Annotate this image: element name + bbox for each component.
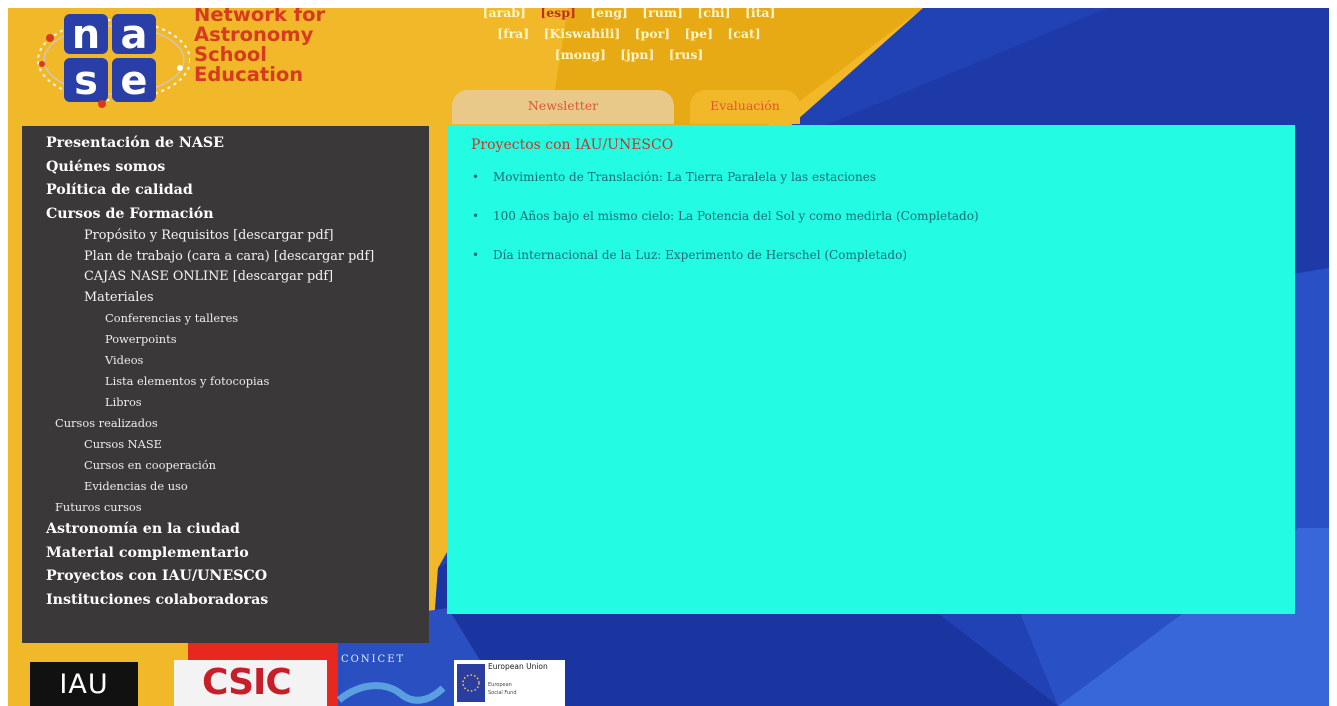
page-title: Proyectos con IAU/UNESCO [471, 137, 674, 153]
brand-title[interactable]: Network for Astronomy School Education [194, 8, 325, 85]
lang-link-rus[interactable]: [rus] [669, 47, 704, 62]
tab-newsletter[interactable]: Newsletter [452, 90, 674, 124]
brand-line: Astronomy [194, 23, 314, 46]
bullet-icon: • [472, 209, 480, 223]
language-row: [arab] [esp] [eng] [rum] [chi] [ita] [434, 8, 824, 23]
sidebar-item-cursos-realizados[interactable]: Cursos realizados [22, 413, 429, 434]
eu-title: European Union [488, 662, 548, 671]
sidebar-item-videos[interactable]: Videos [22, 350, 429, 371]
csic-wordmark: CSIC [202, 662, 292, 703]
sidebar-item-powerpoints[interactable]: Powerpoints [22, 329, 429, 350]
sidebar-item-presentacion[interactable]: Presentación de NASE [22, 132, 429, 156]
sidebar-item-instituciones[interactable]: Instituciones colaboradoras [22, 589, 429, 613]
lang-link-ita[interactable]: [ita] [745, 8, 775, 20]
language-row: [mong] [jpn] [rus] [434, 44, 824, 65]
language-row: [fra] [Kiswahili] [por] [pe] [cat] [434, 23, 824, 44]
sidebar-item-cursos-formacion[interactable]: Cursos de Formación [22, 203, 429, 227]
sidebar-item-cajas-online[interactable]: CAJAS NASE ONLINE [descargar pdf] [22, 267, 429, 288]
nase-logo[interactable]: n a s e [30, 8, 190, 112]
logo-letter-a: a [121, 12, 148, 58]
project-link-dia-luz[interactable]: Día internacional de la Luz: Experimento… [493, 248, 907, 262]
tab-evaluation[interactable]: Evaluación [690, 90, 800, 124]
eu-logo[interactable]: European Union European Social Fund [454, 660, 565, 706]
conicet-wave-icon [336, 682, 446, 704]
lang-link-arab[interactable]: [arab] [483, 8, 526, 20]
sidebar-item-quienes-somos[interactable]: Quiénes somos [22, 156, 429, 180]
lang-link-eng[interactable]: [eng] [590, 8, 628, 20]
sidebar-item-evidencias[interactable]: Evidencias de uso [22, 476, 429, 497]
lang-link-kiswahili[interactable]: [Kiswahili] [544, 26, 621, 41]
eu-subtitle: European [488, 682, 512, 688]
lang-link-pe[interactable]: [pe] [684, 26, 713, 41]
project-list: • Movimiento de Translación: La Tierra P… [471, 167, 1295, 265]
project-link-100-anos[interactable]: 100 Años bajo el mismo cielo: La Potenci… [493, 209, 979, 223]
bullet-icon: • [472, 170, 480, 184]
lang-link-fra[interactable]: [fra] [497, 26, 529, 41]
sidebar-item-proposito[interactable]: Propósito y Requisitos [descargar pdf] [22, 226, 429, 247]
brand-line: Education [194, 63, 304, 86]
sidebar-item-material-complementario[interactable]: Material complementario [22, 542, 429, 566]
language-selector: [arab] [esp] [eng] [rum] [chi] [ita] [fr… [434, 8, 824, 65]
logo-letter-s: s [74, 58, 98, 104]
sidebar-item-politica-calidad[interactable]: Política de calidad [22, 179, 429, 203]
list-item: • Movimiento de Translación: La Tierra P… [472, 167, 1295, 187]
sidebar-item-cursos-cooperacion[interactable]: Cursos en cooperación [22, 455, 429, 476]
partner-logos: IAU CSIC CONICET European Union European… [8, 648, 608, 706]
list-item: • Día internacional de la Luz: Experimen… [472, 245, 1295, 265]
lang-link-esp[interactable]: [esp] [540, 8, 576, 20]
sidebar-item-astronomia-ciudad[interactable]: Astronomía en la ciudad [22, 518, 429, 542]
lang-link-mong[interactable]: [mong] [555, 47, 606, 62]
brand-line: School [194, 43, 267, 66]
eu-flag-icon [457, 664, 485, 702]
sidebar-item-conferencias[interactable]: Conferencias y talleres [22, 308, 429, 329]
bullet-icon: • [472, 248, 480, 262]
main-content: Proyectos con IAU/UNESCO • Movimiento de… [447, 125, 1295, 614]
conicet-logo[interactable]: CONICET [331, 648, 451, 706]
logo-letter-n: n [72, 12, 100, 58]
lang-link-jpn[interactable]: [jpn] [620, 47, 654, 62]
sidebar-item-proyectos-iau[interactable]: Proyectos con IAU/UNESCO [22, 565, 429, 589]
lang-link-cat[interactable]: [cat] [727, 26, 760, 41]
sidebar-item-materiales[interactable]: Materiales [22, 288, 429, 309]
project-link-translacion[interactable]: Movimiento de Translación: La Tierra Par… [493, 170, 876, 184]
sidebar-item-cursos-nase[interactable]: Cursos NASE [22, 434, 429, 455]
logo-letter-e: e [120, 58, 147, 104]
sidebar-item-libros[interactable]: Libros [22, 392, 429, 413]
lang-link-por[interactable]: [por] [635, 26, 671, 41]
sidebar-item-futuros-cursos[interactable]: Futuros cursos [22, 497, 429, 518]
list-item: • 100 Años bajo el mismo cielo: La Poten… [472, 206, 1295, 226]
iau-logo[interactable]: IAU [30, 662, 138, 706]
csic-logo[interactable]: CSIC [174, 660, 327, 706]
sidebar-item-lista-elementos[interactable]: Lista elementos y fotocopias [22, 371, 429, 392]
eu-subtitle: Social Fund [488, 690, 517, 696]
page-stage: n a s e Network for Astronomy School Edu… [8, 8, 1329, 706]
sidebar-item-plan-trabajo[interactable]: Plan de trabajo (cara a cara) [descargar… [22, 247, 429, 268]
lang-link-rum[interactable]: [rum] [642, 8, 683, 20]
lang-link-chi[interactable]: [chi] [697, 8, 730, 20]
sidebar-nav: Presentación de NASE Quiénes somos Polít… [22, 126, 429, 643]
